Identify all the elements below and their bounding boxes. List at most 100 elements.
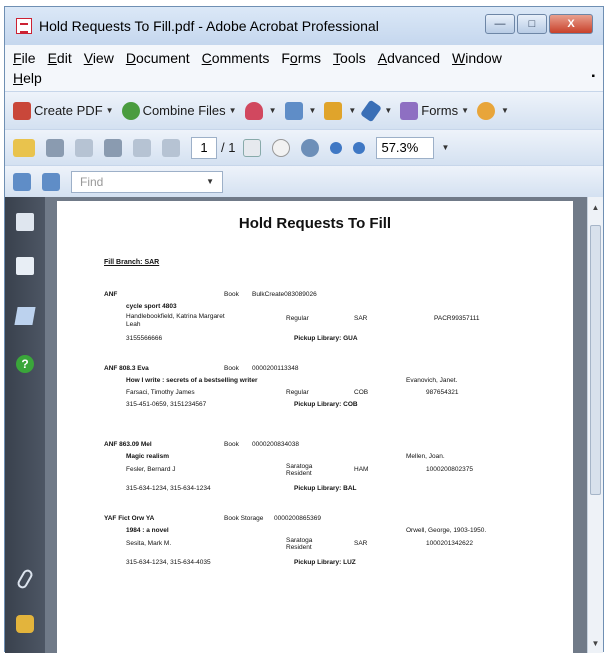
secure-button[interactable]: ▼ (324, 101, 356, 120)
hold-record: ANF Book BulkCreate083089026 cycle sport… (104, 289, 544, 349)
find-input[interactable]: Find ▼ (71, 170, 223, 193)
select-cursor-icon (243, 138, 262, 157)
combine-files-button[interactable]: Combine Files ▼ (121, 101, 237, 120)
menu-document[interactable]: Document (126, 50, 190, 66)
report-title: Hold Requests To Fill (238, 215, 392, 232)
item-title: Magic realism (126, 453, 169, 460)
lock-icon (324, 101, 343, 120)
email-button[interactable] (75, 138, 96, 157)
select-tool-button[interactable] (243, 138, 264, 157)
item-barcode: 0000200865369 (274, 515, 321, 522)
menu-help[interactable]: Help (13, 70, 42, 86)
comments-icon[interactable] (16, 615, 34, 633)
menu-window[interactable]: Window (452, 50, 502, 66)
save-button[interactable] (104, 138, 125, 157)
acrobat-app-icon (16, 18, 32, 34)
combine-files-icon (121, 101, 140, 120)
paperclip-icon[interactable] (15, 567, 35, 591)
file-toolbar: 1 / 1 57.3% ▼ (5, 129, 603, 165)
collaborate-icon (284, 101, 303, 120)
item-title: cycle sport 4803 (126, 303, 177, 310)
dropdown-arrow-icon: ▼ (105, 106, 114, 115)
item-barcode: 0000200113348 (252, 365, 299, 372)
zoom-dropdown[interactable]: ▼ (438, 143, 449, 152)
minimize-button[interactable]: — (485, 14, 515, 34)
forms-label: Forms (421, 103, 459, 118)
menu-tools[interactable]: Tools (333, 50, 366, 66)
fit-width-button[interactable] (42, 172, 63, 191)
menu-edit[interactable]: Edit (48, 50, 72, 66)
help-icon[interactable]: ? (16, 355, 34, 373)
create-pdf-button[interactable]: Create PDF ▼ (13, 101, 114, 120)
previous-page-button[interactable] (133, 138, 154, 157)
next-page-button[interactable] (162, 138, 183, 157)
save-icon (104, 138, 122, 157)
print-button[interactable] (46, 138, 67, 157)
open-button[interactable] (13, 138, 38, 157)
item-author: Evanovich, Janet. (406, 377, 458, 384)
zoom-icon (301, 138, 320, 157)
scroll-down-icon[interactable]: ▼ (588, 635, 603, 651)
home-library: SAR (354, 315, 368, 322)
attachments-panel-icon[interactable] (16, 257, 34, 275)
forms-button[interactable]: Forms ▼ (400, 101, 469, 120)
patron-id: PACR99357111 (434, 315, 480, 322)
menu-comments[interactable]: Comments (202, 50, 270, 66)
fill-branch: Fill Branch: SAR (104, 259, 160, 266)
export-button[interactable]: ▼ (244, 101, 277, 120)
patron-name: Fesler, Bernard J (126, 466, 176, 473)
scroll-thumb[interactable] (590, 225, 601, 495)
find-toolbar: Find ▼ (5, 165, 603, 197)
patron-type: Regular (286, 315, 309, 322)
menu-overflow-icon[interactable]: ▪ (591, 71, 595, 82)
menu-row: File Edit View Document Comments Forms T… (13, 48, 595, 68)
hold-record: YAF Fict Orw YA Book Storage 00002008653… (104, 513, 544, 573)
item-title: 1984 : a novel (126, 527, 169, 534)
item-author: Orwell, George, 1903-1950. (406, 527, 487, 534)
menu-row-2: Help (13, 68, 595, 88)
dropdown-arrow-icon: ▼ (384, 106, 393, 115)
pdf-page: Hold Requests To Fill Fill Branch: SAR A… (57, 201, 573, 653)
item-barcode: 0000200834038 (252, 441, 299, 448)
call-number: ANF 808.3 Eva (104, 365, 149, 372)
acrobat-window: Hold Requests To Fill.pdf - Adobe Acroba… (4, 6, 604, 653)
home-library: SAR (354, 540, 368, 547)
menu-view[interactable]: View (84, 50, 114, 66)
patron-name: Farsaci, Timothy James (126, 389, 195, 396)
hold-record: ANF 808.3 Eva Book 0000200113348 How I w… (104, 363, 544, 423)
vertical-scrollbar[interactable]: ▲ ▼ (587, 197, 603, 653)
export-icon (244, 101, 263, 120)
dropdown-arrow-icon: ▼ (441, 143, 450, 152)
item-barcode: BulkCreate083089026 (252, 291, 317, 298)
close-button[interactable]: X (549, 14, 593, 34)
zoom-level-field[interactable]: 57.3% (376, 136, 435, 159)
print-icon (46, 138, 64, 157)
patron-type: Saratoga Resident (286, 537, 313, 551)
pages-icon[interactable] (16, 213, 34, 231)
patron-name: Handlebookfield, Katrina Margaret Leah (126, 313, 225, 328)
dropdown-arrow-icon: ▼ (501, 106, 509, 115)
scroll-up-icon[interactable]: ▲ (588, 199, 603, 215)
dropdown-arrow-icon: ▼ (268, 106, 277, 115)
menu-file[interactable]: File (13, 50, 36, 66)
patron-id: 1000200802375 (426, 466, 473, 473)
zoom-out-button[interactable] (330, 141, 345, 154)
review-comment-button[interactable]: ▼ (477, 101, 509, 120)
hand-tool-button[interactable] (272, 138, 293, 157)
fit-page-button[interactable] (13, 172, 34, 191)
menu-advanced[interactable]: Advanced (378, 50, 440, 66)
zoom-tool-button[interactable] (301, 138, 322, 157)
item-type: Book Storage (224, 515, 264, 522)
page-total: / 1 (221, 140, 236, 155)
sign-button[interactable]: ▼ (360, 99, 393, 122)
collaborate-button[interactable]: ▼ (284, 101, 316, 120)
create-pdf-icon (13, 101, 31, 120)
zoom-in-button[interactable] (353, 141, 368, 154)
page-number-input[interactable]: 1 (191, 136, 217, 159)
signatures-icon[interactable] (14, 307, 36, 325)
hand-icon (272, 138, 291, 157)
patron-type: Regular (286, 389, 309, 396)
maximize-button[interactable]: □ (517, 14, 547, 34)
window-title: Hold Requests To Fill.pdf - Adobe Acroba… (39, 18, 379, 34)
menu-forms[interactable]: Forms (281, 50, 321, 66)
